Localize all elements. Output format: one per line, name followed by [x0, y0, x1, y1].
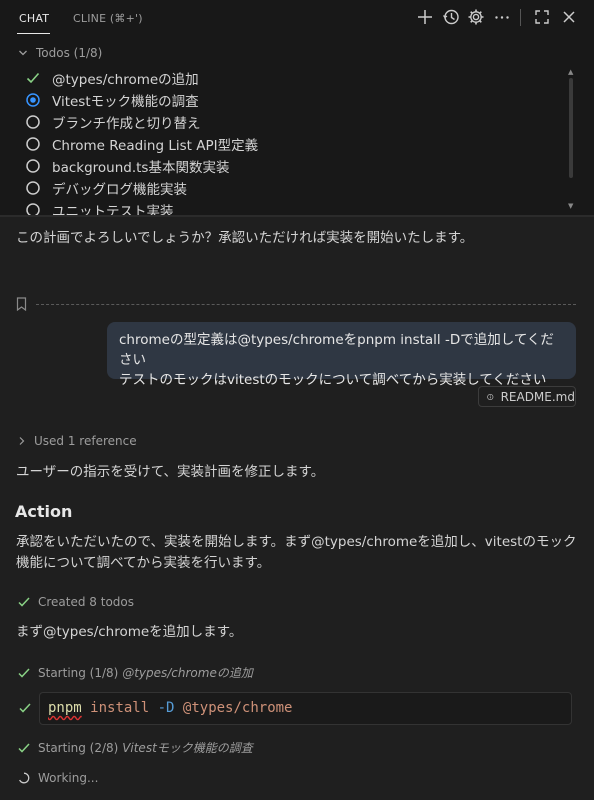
- todos-panel: Todos (1/8) @types/chromeの追加 Vitestモック機能…: [0, 36, 594, 216]
- bookmark-icon[interactable]: [16, 297, 27, 311]
- todo-label: @types/chromeの追加: [52, 72, 199, 88]
- todo-item: background.ts基本関数実装: [26, 156, 229, 176]
- action-line: 承認をいただいたので、実装を開始します。まず@types/chromeを追加し、…: [16, 534, 577, 550]
- action-description: 承認をいただいたので、実装を開始します。まず@types/chromeを追加し、…: [16, 532, 576, 574]
- step-label: Starting (1/8) @types/chromeの追加: [38, 664, 253, 681]
- step-task: @types/chromeの追加: [122, 666, 253, 680]
- terminal-command-block[interactable]: pnpm install -D @types/chrome: [39, 692, 572, 725]
- step-status: Starting (2/8) Vitestモック機能の調査: [18, 739, 253, 756]
- created-todos-status: Created 8 todos: [18, 595, 134, 609]
- chat-panel-header: CHAT CLINE (⌘+'): [0, 0, 594, 36]
- plus-icon[interactable]: [416, 8, 434, 26]
- todo-item: ユニットテスト実装: [26, 200, 174, 216]
- user-message: chromeの型定義は@types/chromeをpnpm install -D…: [107, 322, 576, 388]
- tab-chat[interactable]: CHAT: [19, 12, 49, 25]
- working-label: Working...: [38, 771, 99, 785]
- created-todos-label: Created 8 todos: [38, 595, 135, 609]
- step-status: Starting (1/8) @types/chromeの追加: [18, 664, 253, 681]
- reply-intro: ユーザーの指示を受けて、実装計画を修正します。: [16, 464, 325, 480]
- check-icon: [18, 597, 30, 607]
- todos-header: Todos (1/8): [36, 46, 103, 60]
- active-tab-indicator: [17, 33, 50, 34]
- circle-icon: [26, 159, 40, 173]
- add-chrome-text: まず@types/chromeを追加します。: [16, 624, 243, 640]
- user-message-line: chromeの型定義は@types/chromeをpnpm install -D…: [119, 332, 554, 368]
- step-label: Starting (2/8) Vitestモック機能の調査: [38, 739, 253, 756]
- todo-label: Chrome Reading List API型定義: [52, 138, 259, 154]
- maximize-icon[interactable]: [533, 8, 551, 26]
- todo-label: ブランチ作成と切り替え: [52, 116, 201, 132]
- tab-cline[interactable]: CLINE (⌘+'): [73, 12, 143, 25]
- todo-label: デバッグログ機能実装: [52, 182, 187, 198]
- todo-label: ユニットテスト実装: [52, 204, 174, 216]
- assistant-message-text: この計画でよろしいでしょうか？承認いただければ実装を開始いたします。: [16, 230, 474, 246]
- command-package: @types/chrome: [182, 700, 293, 716]
- todo-item: @types/chromeの追加: [26, 68, 199, 88]
- chevron-right-icon: [19, 437, 25, 445]
- check-icon: [26, 72, 40, 84]
- todo-label: background.ts基本関数実装: [52, 160, 230, 176]
- checkpoint-divider: [36, 304, 576, 305]
- action-heading: Action: [15, 502, 73, 521]
- step-prefix: Starting (1/8): [38, 666, 123, 680]
- todo-item: Vitestモック機能の調査: [26, 90, 199, 110]
- command-name: pnpm: [48, 700, 82, 716]
- in-progress-icon: [26, 93, 40, 107]
- todo-item: Chrome Reading List API型定義: [26, 134, 258, 154]
- step-prefix: Starting (2/8): [38, 741, 123, 755]
- todos-divider: [0, 215, 594, 217]
- scroll-up-arrow[interactable]: ▲: [568, 68, 573, 76]
- circle-icon: [26, 181, 40, 195]
- scroll-down-arrow[interactable]: ▼: [568, 202, 573, 210]
- attachment-chip[interactable]: README.md: [478, 386, 576, 407]
- info-icon: [487, 393, 494, 400]
- todo-label: Vitestモック機能の調査: [52, 94, 199, 110]
- used-references-toggle[interactable]: Used 1 reference: [18, 434, 137, 448]
- todo-item: ブランチ作成と切り替え: [26, 112, 201, 132]
- action-line: 機能について調べてから実装を行います。: [16, 555, 271, 571]
- ellipsis-icon[interactable]: [493, 8, 511, 26]
- circle-icon: [26, 115, 40, 129]
- check-icon: [19, 703, 31, 713]
- todos-scrollbar[interactable]: [569, 78, 573, 178]
- chevron-down-icon: [19, 50, 27, 56]
- check-icon: [18, 742, 30, 753]
- todos-toggle[interactable]: Todos (1/8): [18, 46, 102, 60]
- working-status: Working...: [18, 771, 98, 785]
- close-icon[interactable]: [560, 8, 578, 26]
- spinner-icon: [19, 772, 30, 784]
- circle-icon: [26, 137, 40, 151]
- gear-icon[interactable]: [467, 8, 485, 26]
- command-subcommand: install: [90, 700, 150, 716]
- history-icon[interactable]: [442, 8, 460, 26]
- command-flag: -D: [157, 700, 175, 716]
- check-icon: [18, 667, 30, 678]
- step-task: Vitestモック機能の調査: [122, 741, 253, 755]
- toolbar-separator: [520, 9, 521, 26]
- used-references-label: Used 1 reference: [34, 434, 137, 448]
- todo-item: デバッグログ機能実装: [26, 178, 187, 198]
- attachment-name: README.md: [500, 389, 575, 404]
